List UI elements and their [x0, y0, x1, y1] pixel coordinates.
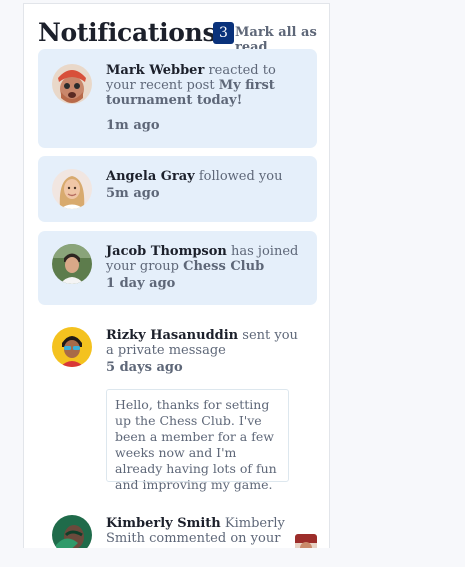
notification-user-name[interactable]: Jacob Thompson	[106, 244, 227, 259]
notification-item[interactable]: Kimberly Smith Kimberly Smith commented …	[38, 507, 317, 548]
notification-time: 5 days ago	[106, 360, 183, 375]
notification-text: Kimberly Smith Kimberly Smith commented …	[106, 516, 306, 546]
notification-target[interactable]: Chess Club	[183, 259, 264, 274]
unread-count-badge: 3	[213, 22, 234, 44]
notification-time: 1m ago	[106, 118, 160, 133]
commented-picture-thumbnail[interactable]	[295, 534, 317, 548]
notification-user-name[interactable]: Mark Webber	[106, 63, 204, 78]
notification-item[interactable]: Angela Gray followed you 5m ago	[38, 156, 317, 222]
notification-user-name[interactable]: Angela Gray	[106, 169, 195, 184]
notification-item[interactable]: Mark Webber reacted to your recent post …	[38, 49, 317, 148]
notifications-header: Notifications 3 Mark all as read	[38, 18, 328, 55]
avatar[interactable]	[52, 64, 92, 104]
notification-user-name[interactable]: Kimberly Smith	[106, 516, 221, 531]
notification-text: Angela Gray followed you 5m ago	[106, 169, 306, 201]
notification-time: 5m ago	[106, 186, 160, 201]
notification-action: followed you	[198, 169, 283, 184]
notification-time: 1 day ago	[106, 276, 176, 291]
notifications-panel: Notifications 3 Mark all as read Mark We…	[23, 3, 330, 548]
avatar[interactable]	[52, 515, 92, 548]
notification-item[interactable]: Jacob Thompson has joined your group Che…	[38, 231, 317, 305]
notification-item[interactable]: Rizky Hasanuddin sent you a private mess…	[38, 313, 317, 492]
avatar[interactable]	[52, 327, 92, 367]
notification-user-name[interactable]: Rizky Hasanuddin	[106, 328, 238, 343]
notification-text: Mark Webber reacted to your recent post …	[106, 63, 306, 133]
private-message[interactable]: Hello, thanks for setting up the Chess C…	[106, 389, 289, 492]
notification-text: Jacob Thompson has joined your group Che…	[106, 244, 306, 291]
page-title: Notifications	[38, 18, 217, 47]
avatar[interactable]	[52, 169, 92, 209]
notification-text: Rizky Hasanuddin sent you a private mess…	[106, 328, 306, 375]
avatar[interactable]	[52, 244, 92, 284]
